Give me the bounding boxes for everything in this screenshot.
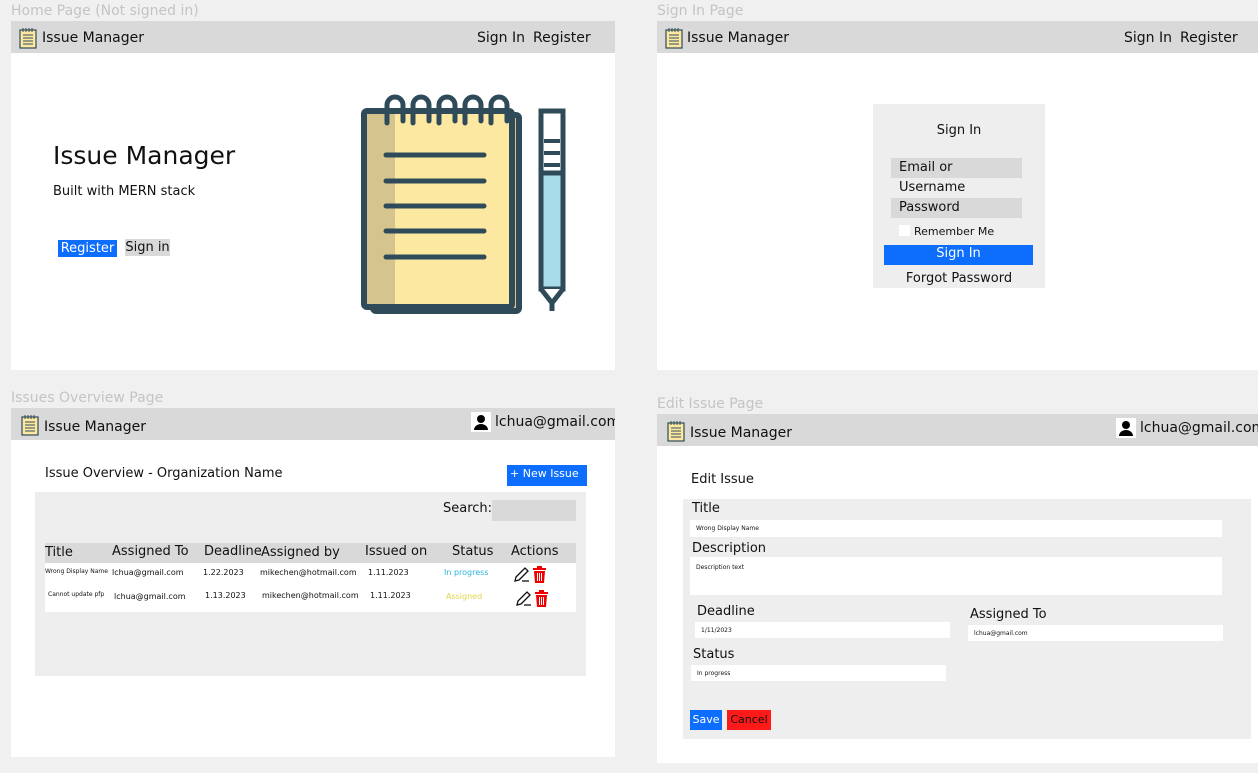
- edit-icon[interactable]: [515, 590, 532, 607]
- new-issue-button[interactable]: + New Issue: [507, 465, 587, 486]
- cell-assigned-to: lchua@gmail.com: [114, 592, 186, 601]
- table-row[interactable]: Wrong Display Name lchua@gmail.com 1.22.…: [45, 563, 576, 587]
- app-title[interactable]: Issue Manager: [42, 30, 144, 46]
- page-title: Edit Issue: [691, 472, 754, 487]
- column-header-issued-on[interactable]: Issued on: [365, 544, 427, 559]
- sign-in-card: Sign In Email or Username Password Remem…: [873, 104, 1045, 288]
- nav-register-link[interactable]: Register: [533, 30, 591, 46]
- column-header-actions: Actions: [511, 544, 559, 559]
- cell-deadline: 1.22.2023: [203, 568, 244, 577]
- description-label: Description: [692, 541, 767, 556]
- user-menu[interactable]: lchua@gmail.com: [471, 412, 615, 432]
- save-button[interactable]: Save: [690, 710, 722, 730]
- status-select[interactable]: In progress: [691, 665, 946, 681]
- remember-me-label: Remember Me: [914, 225, 995, 238]
- cell-assigned-by: mikechen@hotmail.com: [262, 591, 359, 600]
- sign-in-page-frame: Issue Manager Sign In Register Sign In E…: [657, 21, 1258, 370]
- user-icon: [1116, 418, 1136, 438]
- issues-overview-frame: Issue Manager lchua@gmail.com Issue Over…: [11, 408, 615, 757]
- hero-title: Issue Manager: [53, 141, 236, 170]
- column-header-assigned-to[interactable]: Assigned To: [112, 544, 189, 559]
- remember-me-checkbox[interactable]: [899, 225, 910, 236]
- nav-sign-in-link[interactable]: Sign In: [1124, 30, 1172, 46]
- notepad-icon: [667, 421, 685, 442]
- column-header-deadline[interactable]: Deadline: [204, 544, 262, 559]
- status-badge: Assigned: [446, 592, 483, 601]
- notepad-icon: [21, 415, 39, 436]
- user-icon: [471, 412, 491, 432]
- trash-icon[interactable]: [534, 590, 549, 607]
- search-input[interactable]: [492, 500, 576, 521]
- user-email: lchua@gmail.com: [1140, 420, 1258, 436]
- cancel-button[interactable]: Cancel: [727, 710, 771, 730]
- cell-deadline: 1.13.2023: [205, 591, 246, 600]
- table-header: Title Assigned To Deadline Assigned by I…: [45, 543, 576, 563]
- navbar: Issue Manager Sign In Register: [657, 21, 1258, 53]
- navbar: Issue Manager lchua@gmail.com: [11, 408, 615, 440]
- hero-subtitle: Built with MERN stack: [53, 184, 196, 199]
- search-label: Search:: [443, 501, 493, 516]
- notepad-icon: [665, 28, 683, 49]
- table-row[interactable]: Cannot update pfp lchua@gmail.com 1.13.2…: [45, 587, 576, 611]
- assigned-to-label: Assigned To: [970, 607, 1047, 622]
- deadline-label: Deadline: [697, 604, 755, 619]
- table-body: Wrong Display Name lchua@gmail.com 1.22.…: [45, 563, 576, 612]
- description-textarea[interactable]: Description text: [690, 557, 1222, 595]
- forgot-password-link[interactable]: Forgot Password: [873, 271, 1045, 286]
- cell-issued-on: 1.11.2023: [368, 568, 409, 577]
- app-title[interactable]: Issue Manager: [690, 425, 792, 441]
- cell-assigned-to: lchua@gmail.com: [112, 568, 184, 577]
- frame-label-home: Home Page (Not signed in): [11, 3, 199, 19]
- navbar: Issue Manager Sign In Register: [11, 21, 615, 53]
- frame-label-signin: Sign In Page: [657, 3, 744, 19]
- app-title[interactable]: Issue Manager: [687, 30, 789, 46]
- email-field[interactable]: Email or Username: [891, 158, 1022, 195]
- frame-label-edit: Edit Issue Page: [657, 396, 764, 412]
- sign-in-button[interactable]: Sign in: [125, 239, 170, 256]
- cell-title[interactable]: Cannot update pfp: [48, 591, 104, 598]
- edit-form-panel: Title Wrong Display Name Description Des…: [683, 499, 1251, 739]
- frame-label-overview: Issues Overview Page: [11, 390, 164, 406]
- nav-register-link[interactable]: Register: [1180, 30, 1238, 46]
- cell-assigned-by: mikechen@hotmail.com: [260, 568, 357, 577]
- edit-icon[interactable]: [513, 566, 530, 583]
- sign-in-title: Sign In: [936, 123, 982, 138]
- user-email: lchua@gmail.com: [495, 414, 615, 430]
- notepad-icon: [19, 28, 37, 49]
- deadline-input[interactable]: 1/11/2023: [695, 622, 950, 638]
- cell-title[interactable]: Wrong Display Name: [45, 568, 108, 575]
- assigned-to-input[interactable]: lchua@gmail.com: [968, 625, 1223, 641]
- cell-issued-on: 1.11.2023: [370, 591, 411, 600]
- issues-panel: Search: Title Assigned To Deadline Assig…: [35, 492, 586, 676]
- status-badge: In progress: [444, 568, 489, 577]
- sign-in-submit-button[interactable]: Sign In: [884, 245, 1033, 265]
- register-button[interactable]: Register: [58, 240, 117, 257]
- user-menu[interactable]: lchua@gmail.com: [1116, 418, 1258, 438]
- password-field[interactable]: Password: [891, 198, 1022, 218]
- home-page-frame: Issue Manager Sign In Register Issue Man…: [11, 21, 615, 370]
- navbar: Issue Manager lchua@gmail.com: [657, 414, 1258, 446]
- title-input[interactable]: Wrong Display Name: [690, 520, 1222, 537]
- status-label: Status: [693, 647, 735, 662]
- column-header-title[interactable]: Title: [45, 545, 73, 560]
- title-label: Title: [692, 501, 720, 516]
- edit-issue-frame: Issue Manager lchua@gmail.com Edit Issue…: [657, 414, 1258, 763]
- page-title: Issue Overview - Organization Name: [45, 466, 283, 481]
- column-header-assigned-by[interactable]: Assigned by: [261, 545, 340, 560]
- column-header-status[interactable]: Status: [452, 544, 493, 559]
- nav-sign-in-link[interactable]: Sign In: [477, 30, 525, 46]
- trash-icon[interactable]: [532, 566, 547, 583]
- app-title[interactable]: Issue Manager: [44, 419, 146, 435]
- notepad-illustration-icon: [361, 94, 566, 314]
